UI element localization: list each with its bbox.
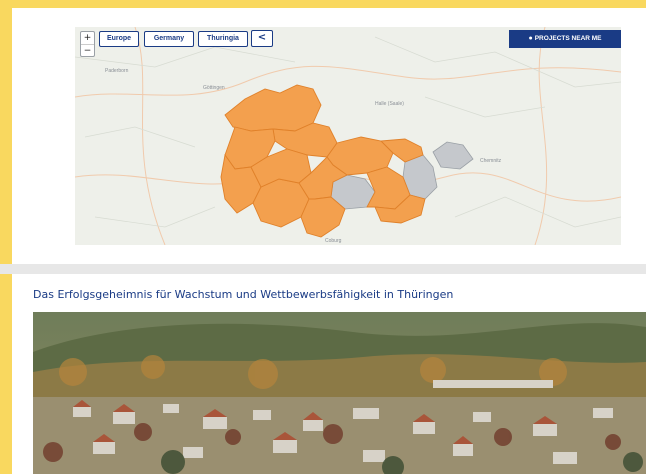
article-photo[interactable] [33,312,646,474]
town-landscape-image [33,312,646,474]
svg-text:Chemnitz: Chemnitz [480,158,502,164]
back-button[interactable]: < [251,30,273,47]
svg-text:Coburg: Coburg [325,238,342,244]
svg-text:Halle (Saale): Halle (Saale) [375,101,404,107]
svg-text:Paderborn: Paderborn [105,68,129,74]
section-divider [0,264,646,274]
zoom-out-button[interactable]: − [81,45,94,57]
breadcrumb-europe[interactable]: Europe [99,31,139,47]
zoom-in-button[interactable]: + [81,32,94,45]
zoom-control: + − [80,31,95,57]
map-canvas: Paderborn Göttingen Halle (Saale) Chemni… [75,27,621,245]
projects-near-me-label: PROJECTS NEAR ME [534,35,602,42]
projects-near-me-button[interactable]: ● PROJECTS NEAR ME [509,30,621,48]
article-title[interactable]: Das Erfolgsgeheimnis für Wachstum und We… [33,288,453,301]
location-pin-icon: ● [528,35,533,42]
active-districts [220,84,426,238]
region-map[interactable]: Paderborn Göttingen Halle (Saale) Chemni… [75,27,621,245]
svg-text:Göttingen: Göttingen [203,85,225,91]
breadcrumb-thuringia[interactable]: Thuringia [198,31,248,47]
breadcrumb-germany[interactable]: Germany [144,31,194,47]
